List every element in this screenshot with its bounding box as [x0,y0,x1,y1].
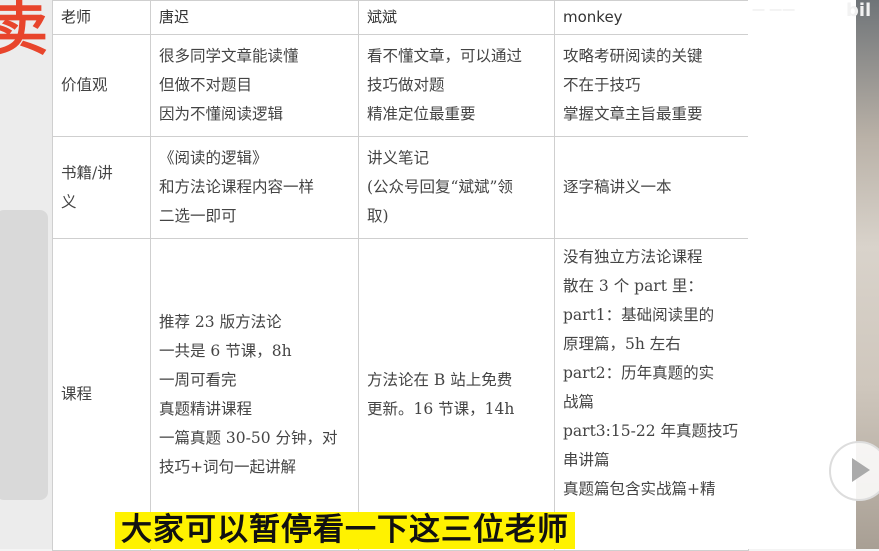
table-cell: 看不懂文章，可以通过 技巧做对题 精准定位最重要 [358,34,555,137]
header-row: 老师 唐迟 斌斌 monkey [52,0,749,35]
table-cell: 讲义笔记 (公众号回复“斌斌”领 取) [358,136,555,239]
left-panel [0,210,48,500]
row-label: 书籍/讲 义 [52,136,151,239]
header-cell: 斌斌 [358,0,555,35]
row-label: 价值观 [52,34,151,137]
table-row-books: 书籍/讲 义 《阅读的逻辑》 和方法论课程内容一样 二选一即可 讲义笔记 (公众… [52,136,749,239]
bilibili-logo: bil [846,0,872,21]
table-cell: 没有独立方法论课程 散在 3 个 part 里： part1：基础阅读里的 原理… [554,238,749,551]
row-label: 课程 [52,238,151,551]
subtitle-caption: 大家可以暂停看一下这三位老师 [115,512,575,549]
table-cell: 推荐 23 版方法论 一共是 6 节课，8h 一周可看完 真题精讲课程 一篇真题… [150,238,359,551]
table-row-values: 价值观 很多同学文章能读懂 但做不对题目 因为不懂阅读逻辑 看不懂文章，可以通过… [52,34,749,137]
watermark-text: 一 一一 [752,4,796,19]
overlay-glyph: 卖 [0,0,48,63]
comparison-table: 老师 唐迟 斌斌 monkey 价值观 很多同学文章能读懂 但做不对题目 因为不… [52,0,749,551]
header-cell: 老师 [52,0,151,35]
table-cell: 方法论在 B 站上免费 更新。16 节课，14h [358,238,555,551]
table-cell: 《阅读的逻辑》 和方法论课程内容一样 二选一即可 [150,136,359,239]
header-cell: monkey [554,0,749,35]
table-cell: 攻略考研阅读的关键 不在于技巧 掌握文章主旨最重要 [554,34,749,137]
table-row-courses: 课程 推荐 23 版方法论 一共是 6 节课，8h 一周可看完 真题精讲课程 一… [52,238,749,551]
header-cell: 唐迟 [150,0,359,35]
table-cell: 很多同学文章能读懂 但做不对题目 因为不懂阅读逻辑 [150,34,359,137]
table-cell: 逐字稿讲义一本 [554,136,749,239]
left-margin: 卖 [0,0,52,549]
